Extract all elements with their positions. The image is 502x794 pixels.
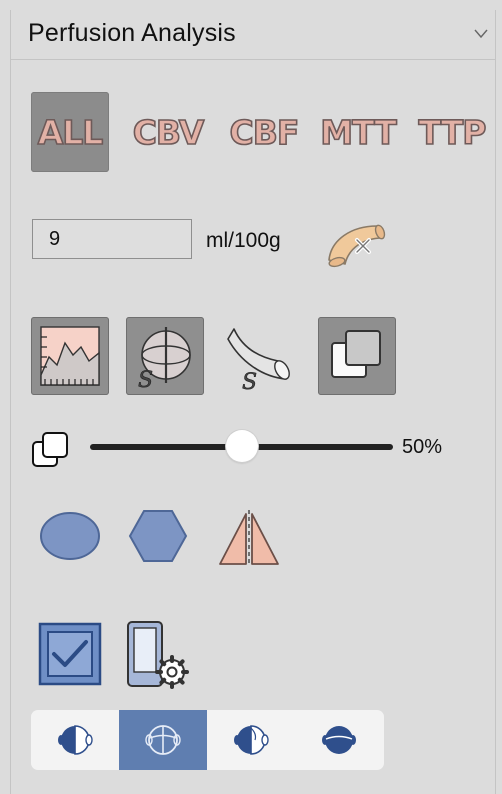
vessel-remove-icon[interactable] bbox=[325, 216, 393, 272]
svg-text:S: S bbox=[242, 370, 257, 395]
map-mode-cbf-button[interactable]: CBF bbox=[224, 92, 304, 172]
map-mode-all-button[interactable]: ALL bbox=[31, 92, 109, 172]
opacity-slider-thumb[interactable] bbox=[225, 430, 258, 462]
opacity-value-label: 50% bbox=[402, 436, 443, 458]
vessel-s-icon: S bbox=[227, 328, 290, 395]
mirror-roi-icon[interactable] bbox=[216, 508, 282, 568]
symmetry-sphere-tool[interactable]: S bbox=[126, 317, 204, 395]
map-mode-cbv-button[interactable]: CBV bbox=[128, 92, 208, 172]
curve-chart-tool[interactable] bbox=[31, 317, 109, 395]
view-right-hemisphere-button[interactable] bbox=[207, 710, 295, 770]
curve-chart-icon bbox=[40, 326, 100, 386]
view-mode-group bbox=[31, 710, 384, 770]
checkbox-checked-icon[interactable] bbox=[38, 622, 102, 686]
hexagon-roi-icon[interactable] bbox=[128, 508, 188, 564]
right-hemisphere-icon bbox=[234, 725, 269, 755]
threshold-input[interactable]: 9 bbox=[32, 219, 192, 259]
symmetry-sphere-icon: S bbox=[138, 327, 191, 393]
panel-header[interactable]: Perfusion Analysis bbox=[10, 10, 496, 60]
threshold-unit-label: ml/100g bbox=[206, 229, 281, 252]
panel-title: Perfusion Analysis bbox=[28, 19, 236, 47]
overlay-icon bbox=[331, 330, 381, 378]
view-left-hemisphere-button[interactable] bbox=[31, 710, 119, 770]
vessel-s-tool[interactable]: S bbox=[222, 317, 300, 395]
view-full-brain-button[interactable] bbox=[119, 710, 207, 770]
map-mode-ttp-button[interactable]: TTP bbox=[412, 92, 492, 172]
chevron-down-icon[interactable] bbox=[472, 24, 490, 42]
svg-text:S: S bbox=[138, 368, 153, 393]
map-mode-mtt-button[interactable]: MTT bbox=[318, 92, 398, 172]
overlay-tool[interactable] bbox=[318, 317, 396, 395]
top-view-icon bbox=[322, 726, 356, 754]
overlay-opacity-icon bbox=[32, 432, 68, 467]
view-top-button[interactable] bbox=[295, 710, 383, 770]
full-brain-icon bbox=[145, 725, 181, 755]
ellipse-roi-icon[interactable] bbox=[38, 508, 102, 564]
left-hemisphere-icon bbox=[58, 725, 93, 755]
device-settings-icon[interactable] bbox=[124, 618, 194, 694]
